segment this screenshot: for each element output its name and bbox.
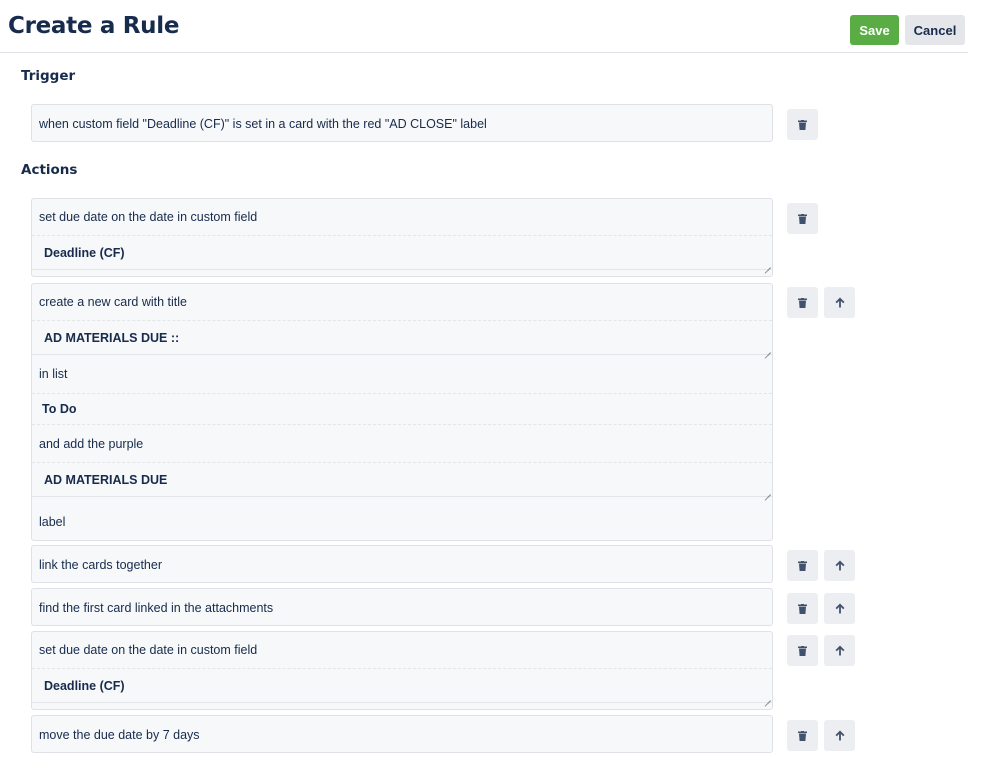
action-box-move-due-date[interactable]: move the due date by 7 days (31, 715, 773, 753)
resize-handle-icon[interactable] (763, 693, 771, 701)
trash-icon (798, 213, 807, 224)
move-up-action-button[interactable] (824, 635, 855, 666)
list-value: To Do (42, 402, 77, 416)
card-title-input[interactable]: AD MATERIALS DUE :: (32, 321, 772, 355)
action-box-find-card[interactable]: find the first card linked in the attach… (31, 588, 773, 626)
action-box-create-card[interactable]: create a new card with title AD MATERIAL… (31, 283, 773, 541)
actions-section-title: Actions (21, 162, 78, 178)
delete-action-button[interactable] (787, 635, 818, 666)
delete-action-button[interactable] (787, 593, 818, 624)
delete-action-button[interactable] (787, 203, 818, 234)
arrow-up-icon (835, 730, 845, 741)
trash-icon (798, 645, 807, 656)
list-select[interactable]: To Do (32, 394, 772, 425)
page-header: Create a Rule Save Cancel (0, 0, 968, 53)
resize-handle-icon[interactable] (763, 345, 771, 353)
trash-icon (798, 603, 807, 614)
move-up-action-button[interactable] (824, 550, 855, 581)
action-box-set-due-date-2[interactable]: set due date on the date in custom field… (31, 631, 773, 710)
trash-icon (798, 560, 807, 571)
action-box-link-cards[interactable]: link the cards together (31, 545, 773, 583)
resize-handle-icon[interactable] (763, 260, 771, 268)
action-text: create a new card with title (39, 295, 187, 309)
action-text-segment: set due date on the date in custom field (32, 632, 772, 669)
action-text: set due date on the date in custom field (39, 643, 258, 657)
action-box-set-due-date[interactable]: set due date on the date in custom field… (31, 198, 773, 277)
trash-icon (798, 730, 807, 741)
trigger-text: when custom field "Deadline (CF)" is set… (39, 117, 487, 131)
action-text: find the first card linked in the attach… (39, 601, 274, 615)
move-up-action-button[interactable] (824, 593, 855, 624)
label-suffix: label (39, 515, 66, 529)
trash-icon (798, 297, 807, 308)
arrow-up-icon (835, 560, 845, 571)
custom-field-input[interactable]: Deadline (CF) (32, 236, 772, 270)
action-text-segment: create a new card with title (32, 284, 772, 321)
arrow-up-icon (835, 645, 845, 656)
action-text: set due date on the date in custom field (39, 210, 258, 224)
delete-action-button[interactable] (787, 550, 818, 581)
resize-handle-icon[interactable] (763, 487, 771, 495)
delete-trigger-button[interactable] (787, 109, 818, 140)
save-button[interactable]: Save (850, 15, 899, 45)
page-title: Create a Rule (8, 13, 180, 39)
custom-field-value: Deadline (CF) (44, 679, 125, 693)
list-label-segment: in list (32, 355, 772, 394)
action-text-segment: set due date on the date in custom field (32, 199, 772, 236)
label-name-input[interactable]: AD MATERIALS DUE (32, 463, 772, 497)
card-title-value: AD MATERIALS DUE :: (44, 331, 180, 345)
label-name-value: AD MATERIALS DUE (44, 473, 168, 487)
custom-field-value: Deadline (CF) (44, 246, 125, 260)
arrow-up-icon (835, 603, 845, 614)
trigger-box[interactable]: when custom field "Deadline (CF)" is set… (31, 104, 773, 142)
label-suffix-segment: label (32, 497, 772, 540)
arrow-up-icon (835, 297, 845, 308)
custom-field-input[interactable]: Deadline (CF) (32, 669, 772, 703)
label-text: and add the purple (39, 437, 144, 451)
action-text: link the cards together (39, 558, 162, 572)
action-text: move the due date by 7 days (39, 728, 200, 742)
move-up-action-button[interactable] (824, 287, 855, 318)
delete-action-button[interactable] (787, 287, 818, 318)
move-up-action-button[interactable] (824, 720, 855, 751)
label-text-segment: and add the purple (32, 425, 772, 463)
cancel-button[interactable]: Cancel (905, 15, 965, 45)
trash-icon (798, 119, 807, 130)
trigger-section-title: Trigger (21, 68, 76, 84)
delete-action-button[interactable] (787, 720, 818, 751)
list-label: in list (39, 367, 68, 381)
